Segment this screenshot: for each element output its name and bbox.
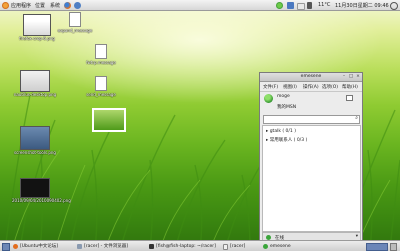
image-thumbnail-icon — [20, 126, 50, 150]
group-label: 常用联系人 ( 0/3 ) — [269, 138, 308, 143]
desktop-icon-label: fwtrp.message — [86, 60, 116, 65]
volume-icon[interactable] — [307, 1, 312, 9]
power-icon[interactable] — [390, 1, 398, 10]
taskbar-item-label: [racer] — [230, 243, 246, 249]
close-icon[interactable]: × — [355, 74, 361, 80]
ubuntu-logo-icon[interactable] — [2, 1, 9, 9]
network-icon[interactable] — [287, 1, 294, 9]
taskbar-item-active[interactable]: emesene — [262, 243, 314, 250]
terminal-icon — [149, 243, 154, 249]
window-title: emesene — [300, 74, 322, 79]
applications-menu[interactable]: 应用程序 — [11, 2, 31, 9]
desktop-icon-screenshot-tools[interactable]: screenshot-tools.png — [12, 126, 58, 172]
image-thumbnail-icon — [23, 14, 51, 36]
folder-icon — [77, 243, 82, 249]
document-icon — [95, 44, 107, 59]
desktop-icon-window-screenshot[interactable] — [90, 108, 126, 132]
user-nickname[interactable]: moge — [277, 94, 290, 99]
clock[interactable]: 11月30日星期二 09:46 — [335, 2, 389, 9]
emesene-icon — [263, 243, 268, 249]
menu-view[interactable]: 视图(I) — [283, 84, 297, 90]
emesene-tray-icon[interactable] — [276, 1, 283, 9]
bottom-panel: [Ubuntu中文论坛] [racer] - 文件浏览器] [fish@fish… — [0, 240, 400, 251]
document-icon — [223, 243, 228, 250]
desktop-icon-label: screenshot-tools.png — [14, 150, 56, 155]
emesene-window[interactable]: emesene – □ × 文件(F) 视图(I) 操作(A) 选项(O) 帮助… — [259, 72, 363, 244]
group-row[interactable]: ▸ 常用联系人 ( 0/3 ) — [266, 137, 307, 143]
user-avatar[interactable] — [264, 94, 273, 103]
window-menubar: 文件(F) 视图(I) 操作(A) 选项(O) 帮助(H) — [260, 82, 362, 92]
menu-file[interactable]: 文件(F) — [263, 84, 278, 90]
desktop-icon-label: nautilus-desktop.png — [13, 92, 57, 97]
firefox-icon — [13, 243, 18, 249]
desktop-icon-label: send_message — [86, 92, 116, 97]
mail-count-icon[interactable] — [346, 95, 353, 101]
top-panel: 应用程序 位置 系统 11°C 11月30日星期二 09:46 — [0, 0, 400, 11]
document-icon — [69, 12, 81, 27]
chevron-down-icon[interactable]: ▾ — [356, 234, 358, 239]
maximize-icon[interactable]: □ — [348, 74, 354, 80]
image-thumbnail-icon — [20, 70, 50, 92]
window-titlebar[interactable]: emesene – □ × — [260, 73, 362, 82]
menu-actions[interactable]: 操作(A) — [303, 84, 319, 90]
taskbar-item-label: [racer] - 文件浏览器] — [84, 243, 128, 249]
desktop-icon-nautilus-desktop[interactable]: nautilus-desktop.png — [12, 70, 58, 120]
document-icon — [95, 76, 107, 91]
desktop-icon-label: 2010/09/04/2010090402.png — [12, 198, 71, 203]
taskbar-item-label: [fish@fish-laptop: ~/racer] — [156, 243, 216, 249]
system-menu[interactable]: 系统 — [50, 2, 60, 9]
image-thumbnail-icon — [92, 108, 126, 132]
firefox-launcher-icon[interactable] — [64, 1, 71, 9]
taskbar-item[interactable]: [Ubuntu中文论坛] — [12, 243, 80, 250]
group-label: gtalk ( 0/1 ) — [269, 129, 296, 134]
taskbar-item-label: [Ubuntu中文论坛] — [20, 243, 58, 249]
taskbar-item[interactable]: [fish@fish-laptop: ~/racer] — [148, 243, 226, 250]
image-thumbnail-icon — [20, 178, 50, 198]
contact-search-input[interactable]: ⌕ — [263, 115, 360, 124]
desktop-icon-label: expand_message — [57, 28, 93, 33]
places-menu[interactable]: 位置 — [35, 2, 45, 9]
personal-message[interactable]: 我的MSN — [277, 104, 296, 110]
taskbar-item[interactable]: [racer] - 文件浏览器] — [76, 243, 152, 250]
online-status-icon — [266, 234, 271, 240]
minimize-icon[interactable]: – — [341, 74, 347, 80]
mail-icon[interactable] — [297, 2, 305, 10]
taskbar-item-label: emesene — [270, 243, 291, 249]
search-icon: ⌕ — [355, 115, 358, 121]
contact-list[interactable]: ▸ gtalk ( 0/1 ) ▸ 常用联系人 ( 0/3 ) — [262, 125, 361, 232]
help-icon[interactable] — [74, 1, 81, 9]
desktop-icon-screenshot-2010[interactable]: 2010/09/04/2010090402.png — [12, 178, 71, 224]
desktop-icon-send-message[interactable]: send_message — [78, 76, 124, 106]
group-row[interactable]: ▸ gtalk ( 0/1 ) — [266, 129, 296, 134]
desktop-icon-fwtrp-message[interactable]: fwtrp.message — [78, 44, 124, 74]
menu-options[interactable]: 选项(O) — [322, 84, 338, 90]
weather-temperature[interactable]: 11°C — [318, 2, 330, 8]
menu-help[interactable]: 帮助(H) — [342, 84, 358, 90]
